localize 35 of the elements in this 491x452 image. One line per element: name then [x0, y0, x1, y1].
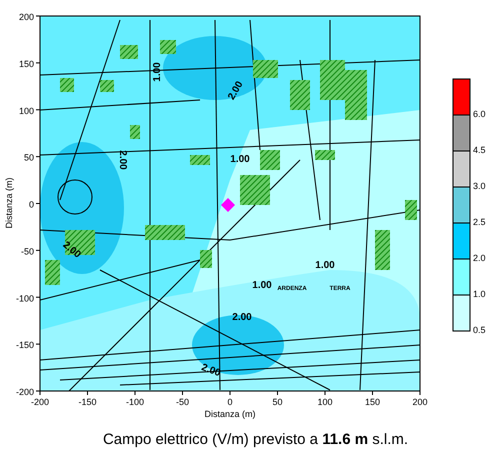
- x-tick-label: 50: [272, 397, 282, 407]
- legend-label: 0.5: [473, 325, 486, 335]
- x-axis-label: Distanza (m): [204, 409, 256, 419]
- x-tick-label: -50: [176, 397, 189, 407]
- y-tick-label: 50: [24, 152, 34, 163]
- y-tick-label: -100: [16, 293, 34, 304]
- x-tick-label: 100: [317, 397, 333, 407]
- legend-label: 4.5: [473, 145, 486, 155]
- contour-label: 1.00: [152, 62, 163, 82]
- y-tick-label: 200: [18, 12, 34, 22]
- contour-label: 1.00: [315, 260, 335, 271]
- y-tick-label: -50: [20, 246, 34, 256]
- y-tick-label: -200: [16, 387, 34, 397]
- x-tick-label: 200: [412, 397, 428, 407]
- x-tick-label: 0: [228, 397, 232, 407]
- y-tick-label: 150: [18, 58, 34, 69]
- x-tick-label: -100: [126, 397, 144, 407]
- y-tick-label: 0: [28, 200, 34, 210]
- y-tick-label: -150: [16, 340, 34, 350]
- legend-label: 2.5: [473, 217, 486, 227]
- contour-label: 1.00: [230, 154, 250, 165]
- legend-label: 1.0: [473, 289, 486, 299]
- x-tick-label: 150: [364, 397, 380, 407]
- legend-label: 2.0: [473, 253, 486, 263]
- contour-label: 2.00: [60, 240, 83, 261]
- chart-caption: Campo elettrico (V/m) previsto a 11.6 m s.l.m.: [102, 431, 410, 448]
- x-tick-label: -200: [31, 397, 49, 407]
- x-tick-label: -150: [78, 397, 96, 407]
- contour-label: 2.00: [232, 312, 252, 323]
- legend-label: 3.0: [473, 181, 486, 191]
- y-axis-label: Distanza (m): [4, 178, 14, 228]
- contour-label: 1.00: [252, 280, 272, 291]
- contour-label: 2.00: [117, 150, 128, 170]
- legend-label: 6.0: [473, 109, 486, 119]
- y-tick-label: 100: [18, 106, 34, 116]
